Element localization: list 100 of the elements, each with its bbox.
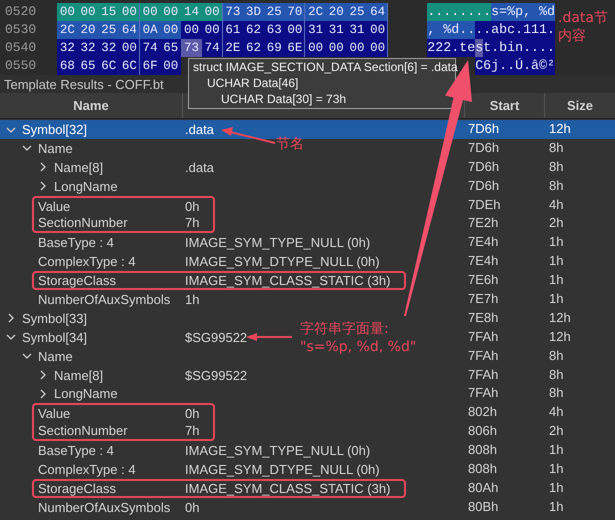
start-offset: 7DEh xyxy=(467,196,502,214)
hex-byte[interactable]: 6E xyxy=(284,39,306,57)
hex-byte[interactable]: 00 xyxy=(160,57,182,75)
chevron-icon[interactable] xyxy=(22,351,32,362)
start-offset: 7FAh xyxy=(467,346,500,365)
annotation-text: 内容 xyxy=(558,27,587,45)
field-size: 2h xyxy=(548,214,564,232)
tooltip-line: UCHAR Data[30] = 73h xyxy=(220,91,346,107)
column-header[interactable]: Size xyxy=(545,93,615,118)
ascii-text[interactable]: C6j..Ú.â©² xyxy=(475,57,555,75)
hex-byte[interactable]: 68 xyxy=(57,57,78,75)
field-size: 4h xyxy=(548,196,564,214)
column-header[interactable]: Name xyxy=(0,93,183,118)
hex-byte[interactable]: 69 xyxy=(264,39,285,57)
hex-byte[interactable]: 00 xyxy=(284,21,306,39)
hex-byte[interactable]: 00 xyxy=(305,39,326,57)
hex-byte[interactable]: 61 xyxy=(222,21,244,39)
chevron-icon[interactable] xyxy=(6,313,16,324)
start-offset: 806h xyxy=(467,422,498,440)
hex-byte[interactable]: 74 xyxy=(202,39,222,57)
start-offset: 80Bh xyxy=(467,498,500,516)
hex-byte[interactable]: 00 xyxy=(346,39,368,57)
hex-byte[interactable]: 25 xyxy=(98,21,120,39)
annotation-text: .data节 xyxy=(558,9,608,27)
hex-byte[interactable]: 74 xyxy=(140,39,160,57)
field-name: Symbol[34] xyxy=(22,330,88,345)
hex-byte[interactable]: 31 xyxy=(305,21,326,39)
hex-byte[interactable]: 20 xyxy=(78,21,98,39)
chevron-icon[interactable] xyxy=(38,162,48,172)
ascii-text[interactable]: t.bin.... xyxy=(483,39,555,57)
hex-byte[interactable]: 32 xyxy=(98,39,120,57)
chevron-icon[interactable] xyxy=(22,143,32,154)
field-name: ComplexType : 4 xyxy=(38,462,137,477)
start-offset: 7FAh xyxy=(467,366,500,384)
hex-byte[interactable]: 73 xyxy=(181,39,202,57)
hex-byte[interactable]: 32 xyxy=(57,39,78,57)
ascii-text[interactable]: s xyxy=(475,39,484,57)
field-value: IMAGE_SYM_TYPE_NULL (0h) xyxy=(185,235,370,250)
hex-byte[interactable]: 00 xyxy=(367,21,388,39)
hex-byte[interactable]: 62 xyxy=(243,21,264,39)
ascii-text[interactable]: ..abc.111. xyxy=(475,21,555,39)
hex-byte[interactable]: 6C xyxy=(119,57,140,75)
field-size: 12h xyxy=(548,308,572,327)
start-offset: 7D6h xyxy=(467,158,500,176)
hex-byte[interactable]: 3D xyxy=(243,3,264,21)
field-name: Name xyxy=(38,348,74,364)
field-name: Name[8] xyxy=(54,368,104,383)
field-size: 1h xyxy=(548,233,564,252)
hex-byte[interactable]: 31 xyxy=(326,21,347,39)
ascii-text[interactable]: 222.te xyxy=(427,39,476,57)
annotation-text: "s=%p, %d, %d" xyxy=(300,338,416,356)
field-name: Symbol[32] xyxy=(22,122,88,137)
hex-byte[interactable]: 64 xyxy=(119,21,140,39)
hex-byte[interactable]: 20 xyxy=(326,3,347,21)
chevron-icon[interactable] xyxy=(6,124,16,134)
chevron-icon[interactable] xyxy=(38,181,48,192)
hex-byte[interactable]: 65 xyxy=(160,39,182,57)
field-size: 8h xyxy=(548,384,564,402)
hex-byte[interactable]: 00 xyxy=(202,21,222,39)
hex-byte[interactable]: 2C xyxy=(57,21,78,39)
hex-byte[interactable]: 0A xyxy=(140,21,160,39)
hex-byte[interactable]: 70 xyxy=(284,3,306,21)
field-value: IMAGE_SYM_DTYPE_NULL (0h) xyxy=(185,462,380,477)
ascii-text[interactable]: s=%p, %d xyxy=(491,3,555,21)
hex-byte[interactable]: 32 xyxy=(78,39,98,57)
ascii-text[interactable]: , %d.. xyxy=(427,21,476,39)
hex-byte[interactable]: 64 xyxy=(367,3,388,21)
hex-byte[interactable]: 62 xyxy=(243,39,264,57)
field-size: 1h xyxy=(548,478,564,497)
tooltip-line: UCHAR Data[46] xyxy=(206,75,298,91)
field-value: 0h xyxy=(185,406,200,422)
field-size: 8h xyxy=(548,176,564,195)
hex-byte[interactable]: 2E xyxy=(222,39,244,57)
hex-byte[interactable]: 00 xyxy=(326,39,347,57)
field-size: 8h xyxy=(548,138,564,157)
hex-byte[interactable]: 6C xyxy=(98,57,120,75)
field-value: 1h xyxy=(185,292,200,307)
field-size: 8h xyxy=(548,366,564,384)
start-offset: 7E6h xyxy=(467,271,500,290)
hex-byte[interactable]: 25 xyxy=(264,3,285,21)
hex-byte[interactable]: 65 xyxy=(78,57,98,75)
hex-byte[interactable]: 31 xyxy=(346,21,368,39)
field-size: 12h xyxy=(548,328,572,346)
chevron-icon[interactable] xyxy=(38,388,48,399)
hex-byte[interactable]: 00 xyxy=(181,21,202,39)
hex-byte[interactable]: 00 xyxy=(160,21,182,39)
field-size: 1h xyxy=(548,290,564,308)
hex-byte[interactable]: 00 xyxy=(367,39,388,57)
chevron-icon[interactable] xyxy=(6,332,16,342)
panel-title: Template Results - COFF.bt xyxy=(4,76,164,92)
chevron-icon[interactable] xyxy=(38,370,48,380)
start-offset: 7D6h xyxy=(467,138,500,157)
hex-byte[interactable]: 2C xyxy=(305,3,326,21)
hex-byte[interactable]: 73 xyxy=(222,3,244,21)
hex-byte[interactable]: 6F xyxy=(140,57,160,75)
hex-byte[interactable]: 25 xyxy=(346,3,368,21)
field-name: SectionNumber xyxy=(38,423,129,438)
hex-byte[interactable]: 00 xyxy=(119,39,140,57)
start-offset: 7E4h xyxy=(467,252,500,270)
hex-byte[interactable]: 63 xyxy=(264,21,285,39)
